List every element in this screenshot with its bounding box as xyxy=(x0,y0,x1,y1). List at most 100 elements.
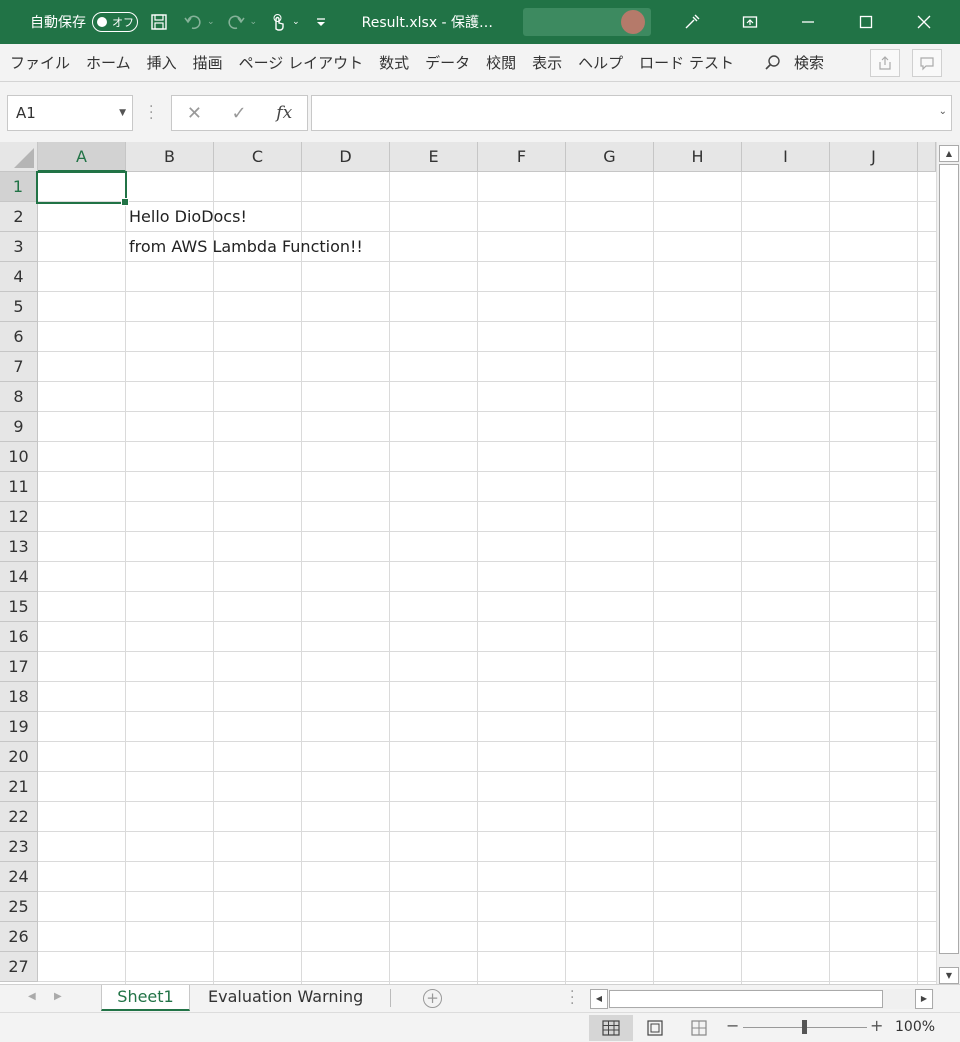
normal-view-button[interactable] xyxy=(589,1015,633,1041)
horizontal-scroll-thumb[interactable] xyxy=(609,990,883,1008)
select-all-button[interactable] xyxy=(0,142,38,172)
row-header-12[interactable]: 12 xyxy=(0,502,38,532)
insert-function-button[interactable]: fx xyxy=(276,103,292,123)
row-header-21[interactable]: 21 xyxy=(0,772,38,802)
zoom-slider-thumb[interactable] xyxy=(802,1020,807,1034)
autosave-toggle[interactable]: オフ xyxy=(92,12,138,32)
enter-icon[interactable]: ✓ xyxy=(232,103,247,124)
scroll-right-icon[interactable]: ▶ xyxy=(915,989,933,1009)
column-header-f[interactable]: F xyxy=(478,142,566,172)
tab-home[interactable]: ホーム xyxy=(78,52,139,73)
tab-insert[interactable]: 挿入 xyxy=(139,52,185,73)
tab-load-test[interactable]: ロード テスト xyxy=(631,52,742,73)
tab-split-grip-icon[interactable]: · · · xyxy=(570,985,574,1011)
row-header-2[interactable]: 2 xyxy=(0,202,38,232)
tab-help[interactable]: ヘルプ xyxy=(570,52,631,73)
column-header-partial[interactable] xyxy=(918,142,936,172)
row-header-4[interactable]: 4 xyxy=(0,262,38,292)
column-header-c[interactable]: C xyxy=(214,142,302,172)
column-header-d[interactable]: D xyxy=(302,142,390,172)
row-header-5[interactable]: 5 xyxy=(0,292,38,322)
add-sheet-icon[interactable]: + xyxy=(423,989,442,1008)
column-header-g[interactable]: G xyxy=(566,142,654,172)
row-header-6[interactable]: 6 xyxy=(0,322,38,352)
column-header-j[interactable]: J xyxy=(830,142,918,172)
worksheet-grid[interactable]: A B C D E F G H I J 1 2 3 4 5 6 7 8 9 10… xyxy=(0,142,936,984)
touch-mode-dropdown-icon[interactable]: ⌄ xyxy=(292,17,300,27)
ribbon-search[interactable]: 検索 xyxy=(764,52,824,73)
redo-dropdown-icon[interactable]: ⌄ xyxy=(250,17,258,27)
scroll-up-icon[interactable]: ▲ xyxy=(939,145,959,162)
row-header-11[interactable]: 11 xyxy=(0,472,38,502)
zoom-out-icon[interactable]: − xyxy=(726,1016,739,1035)
row-header-25[interactable]: 25 xyxy=(0,892,38,922)
maximize-icon[interactable] xyxy=(837,0,895,44)
row-header-3[interactable]: 3 xyxy=(0,232,38,262)
sheet-tab-sheet1[interactable]: Sheet1 xyxy=(101,985,190,1011)
redo-icon[interactable] xyxy=(223,9,249,35)
scroll-left-icon[interactable]: ◀ xyxy=(590,989,608,1009)
cell-area[interactable] xyxy=(38,172,936,984)
zoom-level[interactable]: 100% xyxy=(895,1019,935,1035)
horizontal-scrollbar[interactable]: ◀ ▶ xyxy=(590,989,934,1009)
row-header-16[interactable]: 16 xyxy=(0,622,38,652)
page-layout-view-button[interactable] xyxy=(633,1015,677,1041)
name-box[interactable]: A1 ▼ xyxy=(7,95,133,131)
column-header-a[interactable]: A xyxy=(38,142,126,172)
next-sheet-icon[interactable]: ▶ xyxy=(54,991,62,1002)
zoom-in-icon[interactable]: + xyxy=(870,1016,883,1035)
touch-mode-icon[interactable] xyxy=(265,9,291,35)
tab-data[interactable]: データ xyxy=(417,52,478,73)
column-header-h[interactable]: H xyxy=(654,142,742,172)
sheet-tab-evaluation-warning[interactable]: Evaluation Warning xyxy=(208,985,363,1011)
tab-formulas[interactable]: 数式 xyxy=(371,52,417,73)
undo-icon[interactable] xyxy=(180,9,206,35)
row-header-15[interactable]: 15 xyxy=(0,592,38,622)
vertical-scroll-thumb[interactable] xyxy=(939,164,959,954)
column-header-b[interactable]: B xyxy=(126,142,214,172)
row-header-23[interactable]: 23 xyxy=(0,832,38,862)
page-break-view-button[interactable] xyxy=(677,1015,721,1041)
undo-dropdown-icon[interactable]: ⌄ xyxy=(207,17,215,27)
user-account[interactable] xyxy=(523,8,652,36)
row-header-19[interactable]: 19 xyxy=(0,712,38,742)
name-box-dropdown-icon[interactable]: ▼ xyxy=(119,96,126,130)
coauthor-icon[interactable] xyxy=(663,0,721,44)
tab-page-layout[interactable]: ページ レイアウト xyxy=(231,52,371,73)
vertical-scrollbar[interactable]: ▲ ▼ xyxy=(936,142,960,986)
scroll-down-icon[interactable]: ▼ xyxy=(939,967,959,984)
expand-formula-bar-icon[interactable]: ⌄ xyxy=(939,106,947,117)
tab-review[interactable]: 校閲 xyxy=(478,52,524,73)
row-header-20[interactable]: 20 xyxy=(0,742,38,772)
row-header-14[interactable]: 14 xyxy=(0,562,38,592)
row-header-17[interactable]: 17 xyxy=(0,652,38,682)
tab-file[interactable]: ファイル xyxy=(0,52,78,73)
close-icon[interactable] xyxy=(895,0,953,44)
row-header-22[interactable]: 22 xyxy=(0,802,38,832)
cell-b2[interactable]: Hello DioDocs! xyxy=(129,202,247,232)
column-header-i[interactable]: I xyxy=(742,142,830,172)
row-header-24[interactable]: 24 xyxy=(0,862,38,892)
tab-draw[interactable]: 描画 xyxy=(185,52,231,73)
row-header-10[interactable]: 10 xyxy=(0,442,38,472)
row-header-18[interactable]: 18 xyxy=(0,682,38,712)
row-header-9[interactable]: 9 xyxy=(0,412,38,442)
customize-toolbar-icon[interactable] xyxy=(308,9,334,35)
avatar[interactable] xyxy=(621,10,646,34)
formula-input[interactable]: ⌄ xyxy=(311,95,952,131)
active-cell-a1[interactable] xyxy=(36,171,129,206)
prev-sheet-icon[interactable]: ◀ xyxy=(28,991,36,1002)
column-header-e[interactable]: E xyxy=(390,142,478,172)
comments-button[interactable] xyxy=(912,49,942,77)
cell-b3[interactable]: from AWS Lambda Function!! xyxy=(129,232,363,262)
ribbon-display-options-icon[interactable] xyxy=(721,0,779,44)
row-header-27[interactable]: 27 xyxy=(0,952,38,982)
formula-bar-grip-icon[interactable]: · · · xyxy=(149,100,153,126)
row-header-7[interactable]: 7 xyxy=(0,352,38,382)
minimize-icon[interactable] xyxy=(779,0,837,44)
row-header-13[interactable]: 13 xyxy=(0,532,38,562)
row-header-8[interactable]: 8 xyxy=(0,382,38,412)
cancel-icon[interactable]: ✕ xyxy=(187,103,202,124)
row-header-26[interactable]: 26 xyxy=(0,922,38,952)
tab-view[interactable]: 表示 xyxy=(524,52,570,73)
